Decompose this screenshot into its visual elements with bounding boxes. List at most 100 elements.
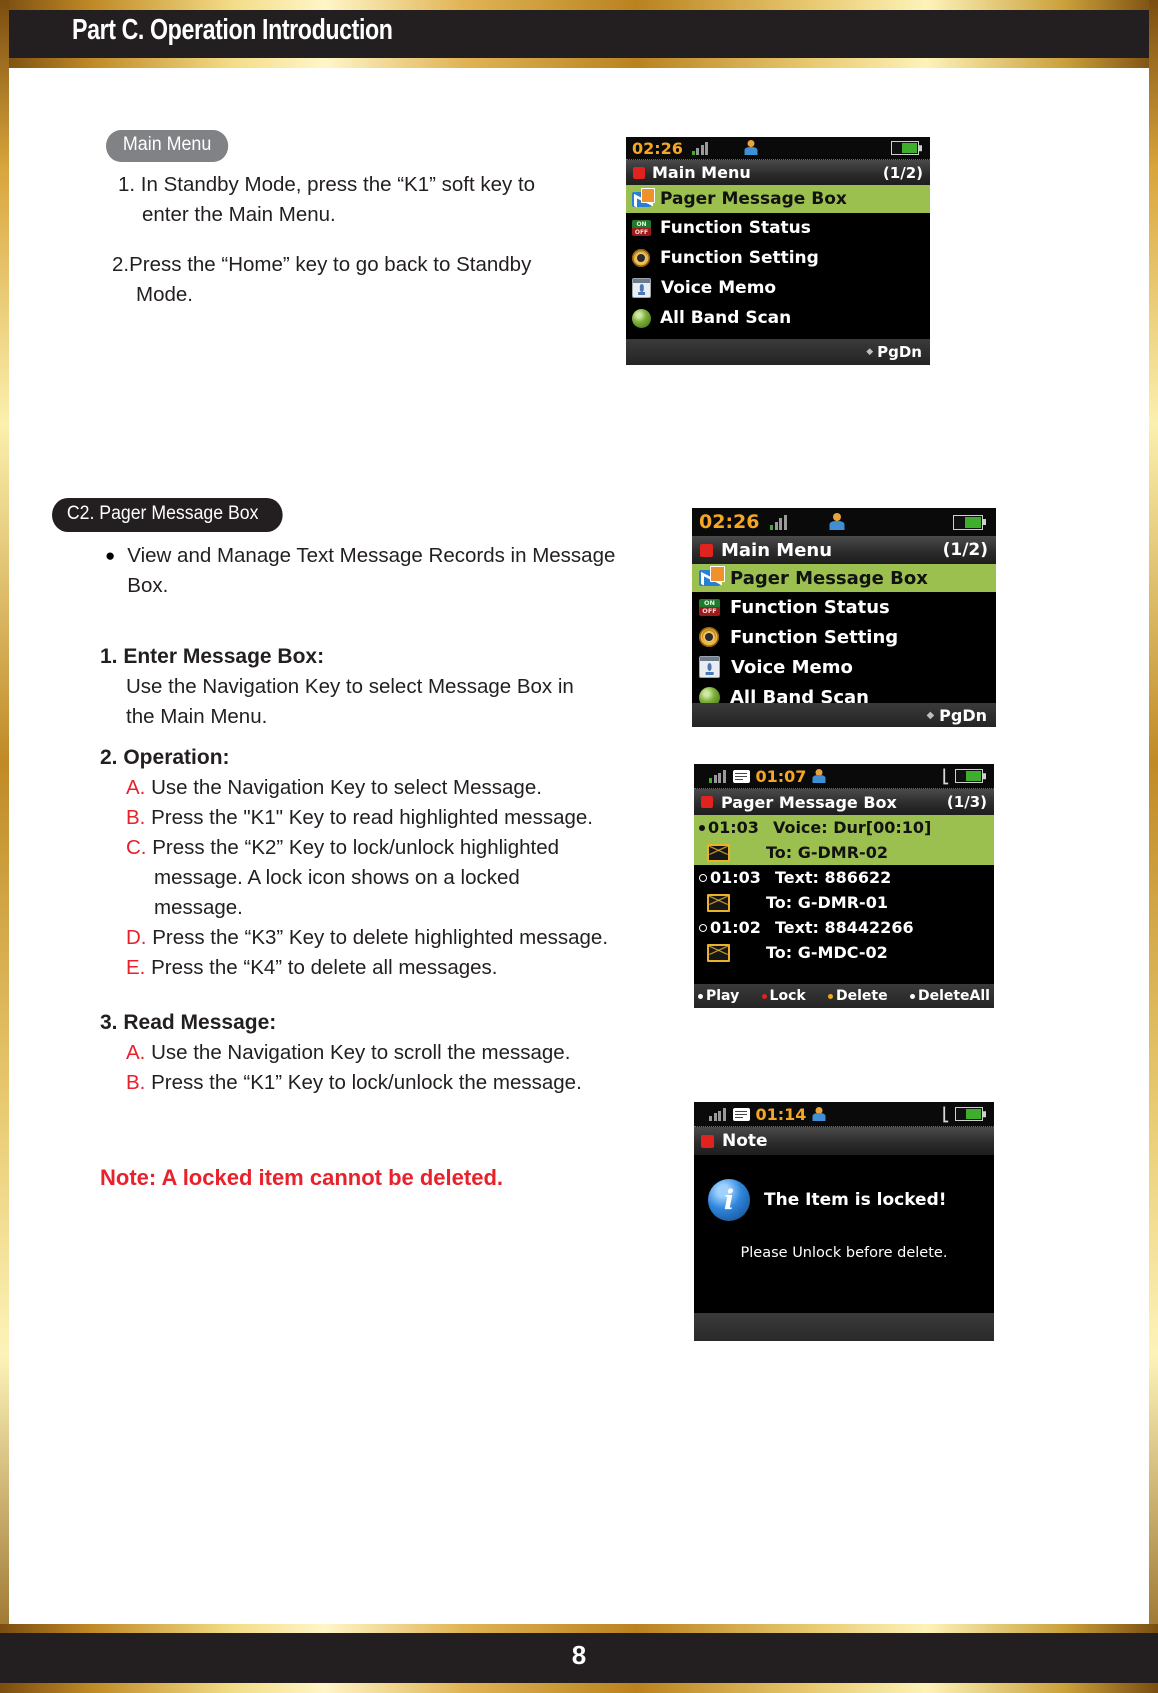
- softkey-pgdn[interactable]: PgDn: [877, 343, 922, 361]
- page-gold-border-under-header: [0, 58, 1158, 68]
- c2-item-1-heading: 1. Enter Message Box:: [100, 645, 325, 668]
- plug-icon: ⎣: [942, 768, 950, 784]
- c2-item-2-row-c-cont1: message. A lock icon shows on a locked: [100, 863, 680, 893]
- message-primary: Voice: Dur[00:10]: [772, 818, 932, 837]
- message-time: 01:03: [710, 868, 761, 887]
- status-clock: 01:14: [755, 1104, 807, 1124]
- page-gold-border-right: [1149, 0, 1158, 1693]
- message-icon: [732, 769, 750, 783]
- c2-item-2-row-b: B. Press the "K1" Key to read highlighte…: [100, 803, 680, 833]
- c2-bullet-text: View and Manage Text Message Records in …: [127, 544, 616, 597]
- bullet-dot-icon: ●: [105, 546, 116, 565]
- envelope-icon: [707, 943, 730, 962]
- softkey-label: Delete: [836, 988, 888, 1004]
- message-time: 01:03: [708, 818, 759, 837]
- c2-item-2-row-e: E. Press the “K4” to delete all messages…: [100, 953, 680, 983]
- menu-item-function-setting[interactable]: Function Setting: [692, 622, 996, 652]
- message-row-1[interactable]: 01:03 Voice: Dur[00:10] To: G-DMR-02: [694, 815, 994, 865]
- status-clock: 02:26: [632, 138, 683, 158]
- message-time: 01:02: [710, 918, 761, 937]
- user-icon: [829, 513, 845, 531]
- softkey-dot-icon: [828, 993, 834, 999]
- menu-item-voice-memo[interactable]: Voice Memo: [626, 273, 930, 303]
- c2-item-2: 2. Operation: A. Use the Navigation Key …: [100, 743, 680, 983]
- menu-item-label: Function Setting: [730, 626, 899, 648]
- signal-bars-icon: [691, 141, 709, 155]
- page-gold-border-bottom: [0, 1683, 1158, 1693]
- page-indicator: (1/2): [942, 540, 988, 560]
- info-icon: i: [708, 1179, 750, 1221]
- device-screen-main-menu-large-status: 02:26: [692, 508, 996, 536]
- menu-item-voice-memo[interactable]: Voice Memo: [692, 652, 996, 682]
- menu-item-label: Pager Message Box: [660, 189, 847, 209]
- envelope-icon: [707, 893, 730, 912]
- battery-icon: [955, 1107, 983, 1121]
- list-letter: E.: [126, 956, 146, 979]
- read-marker-icon: [699, 873, 707, 882]
- list-text: Press the “K3” Key to delete highlighted…: [152, 926, 609, 949]
- menu-item-function-status[interactable]: ON OFF Function Status: [692, 592, 996, 622]
- plug-icon: ⎣: [942, 1106, 950, 1122]
- status-clock: 01:07: [755, 766, 807, 786]
- menu-item-label: Function Status: [730, 596, 890, 618]
- gear-icon: [632, 249, 650, 267]
- c2-item-1-line1: Use the Navigation Key to select Message…: [126, 675, 574, 698]
- menu-item-all-band-scan[interactable]: All Band Scan: [626, 303, 930, 333]
- softkey-pgdn[interactable]: PgDn: [939, 706, 987, 725]
- message-secondary: To: G-DMR-01: [766, 893, 888, 912]
- list-letter: D.: [126, 926, 147, 949]
- message-icon: [732, 1107, 750, 1121]
- menu-item-label: Function Setting: [660, 248, 819, 268]
- menu-item-function-status[interactable]: ON OFF Function Status: [626, 213, 930, 243]
- title-marker-icon: [701, 796, 713, 808]
- list-text: Use the Navigation Key to scroll the mes…: [151, 1041, 571, 1064]
- status-bar: 02:26: [692, 508, 996, 536]
- message-row-3[interactable]: 01:02 Text: 88442266 To: G-MDC-02: [694, 915, 994, 965]
- voice-memo-icon: [632, 278, 651, 298]
- status-clock: 02:26: [699, 511, 760, 533]
- gear-icon: [699, 627, 719, 647]
- main-menu-step-2-line2: Mode.: [136, 283, 193, 306]
- main-menu-step-2-line1: 2.Press the “Home” key to go back to Sta…: [112, 253, 532, 276]
- device-screen-note-dialog: 01:14 ⎣ Note i The Item is locked! Pleas…: [694, 1102, 994, 1341]
- page-indicator: (1/2): [882, 163, 923, 182]
- device-screen-main-menu-large: Main Menu (1/2) Pager Message Box ON OFF …: [692, 536, 996, 727]
- c2-item-3-row-a: A. Use the Navigation Key to scroll the …: [100, 1038, 680, 1068]
- softkey-delete-all[interactable]: DeleteAll: [909, 988, 990, 1004]
- message-row-2[interactable]: 01:03 Text: 886622 To: G-DMR-01: [694, 865, 994, 915]
- globe-icon: [632, 308, 651, 328]
- list-text: Press the "K1" Key to read highlighted m…: [151, 806, 593, 829]
- c2-item-3-row-b: B. Press the “K1” Key to lock/unlock the…: [100, 1068, 680, 1098]
- c2-item-2-row-c-cont2: message.: [100, 893, 680, 923]
- menu-item-pager-message-box[interactable]: Pager Message Box: [626, 185, 930, 213]
- softkey-delete[interactable]: Delete: [828, 988, 888, 1004]
- page-gold-border-above-footer: [0, 1624, 1158, 1633]
- status-bar: 01:14 ⎣: [694, 1102, 994, 1127]
- main-menu-step-1: 1. In Standby Mode, press the “K1” soft …: [118, 170, 598, 230]
- on-off-icon: ON OFF: [632, 220, 651, 236]
- locked-item-note: Note: A locked item cannot be deleted.: [100, 1165, 503, 1190]
- menu-item-function-setting[interactable]: Function Setting: [626, 243, 930, 273]
- menu-item-label: Voice Memo: [661, 278, 777, 298]
- softkey-lock[interactable]: Lock: [761, 988, 806, 1004]
- menu-item-label: Voice Memo: [731, 656, 853, 678]
- c2-item-2-row-c: C. Press the “K2” Key to lock/unlock hig…: [100, 833, 680, 863]
- softkey-bar: ◆ PgDn: [692, 703, 996, 727]
- main-menu-step-2: 2.Press the “Home” key to go back to Sta…: [112, 250, 602, 310]
- menu-item-label: Pager Message Box: [730, 567, 928, 589]
- screen-title-bar: Pager Message Box (1/3): [694, 789, 994, 815]
- list-text: message. A lock icon shows on a locked: [154, 866, 520, 889]
- c2-item-2-row-d: D. Press the “K3” Key to delete highligh…: [100, 923, 680, 953]
- screen-title: Pager Message Box: [721, 792, 897, 812]
- softkey-play[interactable]: Play: [698, 988, 739, 1004]
- signal-bars-icon: [709, 769, 726, 783]
- battery-icon: [891, 141, 919, 155]
- softkey-label: Lock: [769, 988, 806, 1004]
- list-letter: B.: [126, 1071, 146, 1094]
- device-screen-message-box: 01:07 ⎣ Pager Message Box (1/3) 01:03 Vo…: [694, 764, 994, 1008]
- menu-item-pager-message-box[interactable]: Pager Message Box: [692, 564, 996, 592]
- c2-item-1: 1. Enter Message Box: Use the Navigation…: [100, 642, 660, 732]
- list-text: Press the “K4” to delete all messages.: [151, 956, 498, 979]
- screen-title-bar: Note: [694, 1127, 994, 1155]
- c2-bullet-item: ● View and Manage Text Message Records i…: [105, 541, 625, 601]
